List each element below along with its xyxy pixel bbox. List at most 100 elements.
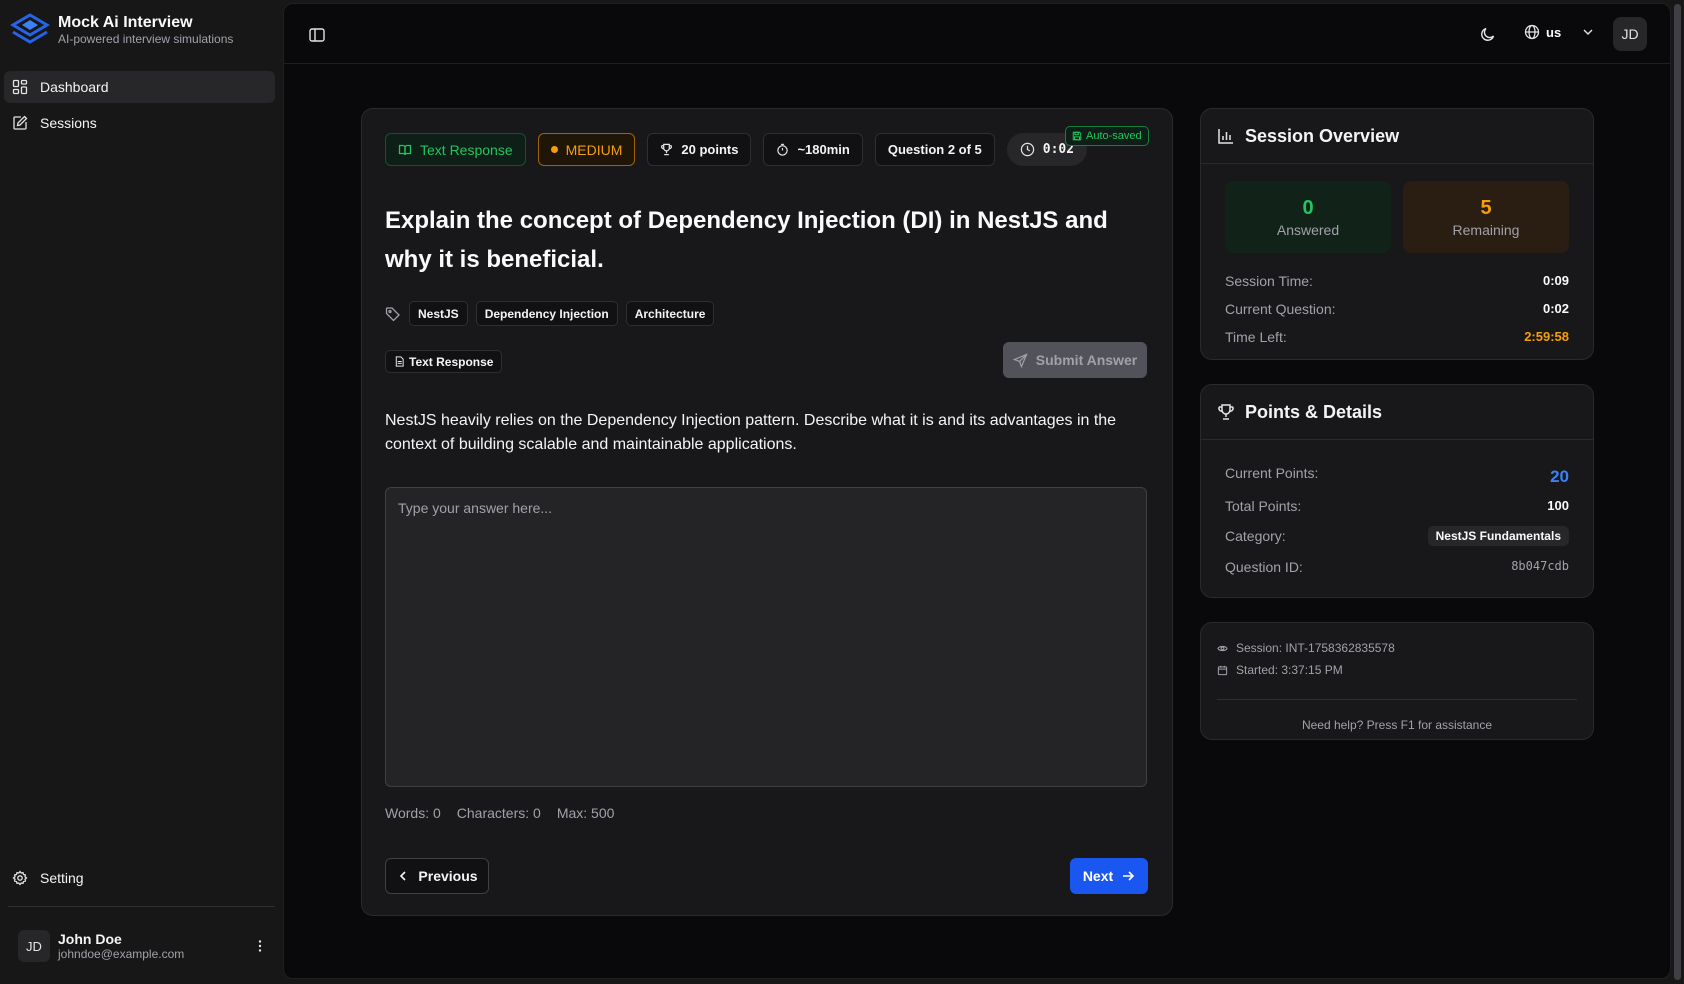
response-type-badge: Text Response <box>385 350 503 373</box>
sidebar-item-sessions[interactable]: Sessions <box>4 107 275 139</box>
clock-icon <box>1020 142 1034 157</box>
answered-label: Answered <box>1276 221 1340 238</box>
save-icon <box>1072 131 1082 141</box>
current-points-value: 20 <box>1550 467 1569 486</box>
sidebar-toggle-icon[interactable] <box>308 26 326 44</box>
more-vertical-icon[interactable] <box>252 938 268 954</box>
sessions-icon <box>13 115 28 130</box>
time-left-row: Time Left: 2:59:58 <box>1225 329 1569 345</box>
remaining-label: Remaining <box>1452 221 1520 238</box>
total-points-label: Total Points: <box>1225 498 1302 514</box>
topbar: us JD <box>284 4 1670 64</box>
send-icon <box>1012 352 1028 368</box>
submit-answer-label: Submit Answer <box>1035 352 1138 368</box>
next-button[interactable]: Next <box>1070 858 1148 894</box>
setting-label: Setting <box>40 870 84 886</box>
max-count: Max: 500 <box>556 805 615 821</box>
question-id-value: 8b047cdb <box>1511 559 1569 573</box>
current-question-row: Current Question: 0:02 <box>1225 301 1569 317</box>
difficulty-dot-icon <box>550 146 558 153</box>
globe-icon <box>1524 24 1540 40</box>
category-row: Category: NestJS Fundamentals <box>1225 526 1569 546</box>
session-time-value: 0:09 <box>1542 273 1569 288</box>
session-time-row: Session Time: 0:09 <box>1225 273 1569 289</box>
sidebar-nav: Dashboard Sessions <box>4 71 275 143</box>
started-time: Started: 3:37:15 PM <box>1236 663 1343 677</box>
answered-count: 0 <box>1302 196 1314 219</box>
answered-stat: 0 Answered <box>1225 181 1391 253</box>
sidebar-divider <box>8 906 275 907</box>
points-details-header: Points & Details <box>1201 385 1593 440</box>
question-tags: NestJS Dependency Injection Architecture <box>385 301 715 326</box>
dashboard-icon <box>12 79 28 95</box>
answer-textarea[interactable] <box>385 487 1147 787</box>
tag-chip: Dependency Injection <box>475 301 618 326</box>
submit-answer-button[interactable]: Submit Answer <box>1003 342 1147 378</box>
difficulty-label: MEDIUM <box>565 141 623 158</box>
autosaved-badge: Auto-saved <box>1065 126 1149 146</box>
type-badge-label: Text Response <box>420 141 513 158</box>
sidebar-item-label: Dashboard <box>40 79 109 95</box>
sidebar-item-dashboard[interactable]: Dashboard <box>4 71 275 103</box>
points-badge: 20 points <box>647 133 752 166</box>
user-email: johndoe@example.com <box>58 946 185 961</box>
main-content: us JD Text Response MEDIUM 20 points ~18… <box>283 3 1671 979</box>
category-label: Category: <box>1225 528 1286 544</box>
bar-chart-icon <box>1218 129 1233 144</box>
difficulty-badge: MEDIUM <box>537 133 636 166</box>
autosaved-label: Auto-saved <box>1086 130 1142 142</box>
avatar[interactable]: JD <box>1613 17 1647 51</box>
type-badge: Text Response <box>385 133 526 166</box>
word-count: Words: 0 <box>385 805 441 821</box>
tag-chip: Architecture <box>625 301 715 326</box>
question-badges: Text Response MEDIUM 20 points ~180min Q… <box>385 133 1088 166</box>
brand[interactable]: Mock Ai Interview AI-powered interview s… <box>10 12 233 48</box>
started-line: Started: 3:37:15 PM <box>1217 663 1343 677</box>
app-title: Mock Ai Interview <box>58 13 193 31</box>
avatar: JD <box>18 930 50 962</box>
points-details-panel: Points & Details Current Points: 20 Tota… <box>1200 384 1594 598</box>
total-points-row: Total Points: 100 <box>1225 498 1569 514</box>
previous-button[interactable]: Previous <box>385 858 489 894</box>
progress-label: Question 2 of 5 <box>887 142 982 157</box>
question-description: NestJS heavily relies on the Dependency … <box>385 412 1117 453</box>
points-details-title: Points & Details <box>1245 401 1383 422</box>
sidebar-item-setting[interactable]: Setting <box>4 862 275 894</box>
answer-counts: Words: 0 Characters: 0 Max: 500 <box>385 805 614 821</box>
chevron-left-icon <box>400 871 406 881</box>
response-type-label: Text Response <box>409 354 494 369</box>
stopwatch-icon <box>777 143 789 156</box>
tag-icon <box>385 306 400 321</box>
duration-label: ~180min <box>797 142 850 157</box>
session-overview-title: Session Overview <box>1245 125 1400 146</box>
question-title: Explain the concept of Dependency Inject… <box>385 207 1108 273</box>
time-left-value: 2:59:58 <box>1524 329 1569 344</box>
total-points-value: 100 <box>1547 498 1569 513</box>
scrollbar[interactable] <box>1671 0 1684 984</box>
time-left-label: Time Left: <box>1225 329 1287 345</box>
current-points-label: Current Points: <box>1225 465 1319 481</box>
session-meta-panel: Session: INT-1758362835578 Started: 3:37… <box>1200 622 1594 740</box>
sidebar: Mock Ai Interview AI-powered interview s… <box>0 0 283 984</box>
remaining-count: 5 <box>1480 196 1492 219</box>
session-time-label: Session Time: <box>1225 273 1313 289</box>
stats-row: 0 Answered 5 Remaining <box>1225 181 1569 253</box>
language-value: us <box>1546 24 1562 40</box>
progress-badge: Question 2 of 5 <box>874 133 995 166</box>
scrollbar-thumb[interactable] <box>1674 4 1681 980</box>
moon-icon[interactable] <box>1479 25 1497 43</box>
next-label: Next <box>1082 868 1114 884</box>
user-menu[interactable]: JD John Doe johndoe@example.com <box>18 930 268 962</box>
previous-label: Previous <box>418 868 478 884</box>
sidebar-item-label: Sessions <box>40 115 97 131</box>
trophy-icon <box>1218 404 1234 420</box>
language-select[interactable]: us <box>1524 24 1595 40</box>
question-id-label: Question ID: <box>1225 559 1303 575</box>
eye-icon <box>1217 645 1228 651</box>
user-name: John Doe <box>58 930 122 947</box>
session-overview-panel: Session Overview 0 Answered 5 Remaining … <box>1200 108 1594 360</box>
file-text-icon <box>395 356 404 367</box>
current-question-label: Current Question: <box>1225 301 1336 317</box>
duration-badge: ~180min <box>763 133 863 166</box>
session-id-line: Session: INT-1758362835578 <box>1217 641 1395 655</box>
